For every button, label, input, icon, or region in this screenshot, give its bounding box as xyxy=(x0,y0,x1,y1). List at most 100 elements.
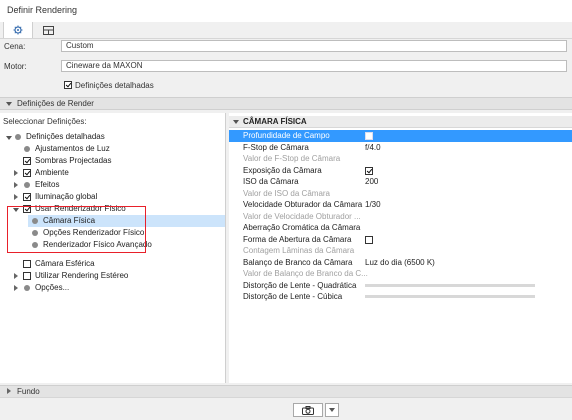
engine-value: Cineware da MAXON xyxy=(66,61,143,70)
engine-label: Motor: xyxy=(4,62,27,71)
tab-settings[interactable] xyxy=(3,22,33,38)
prop-row-shutter[interactable]: Velocidade Obturador da Câmara 1/30 xyxy=(229,199,572,211)
tree-item-light[interactable]: Ajustamentos de Luz xyxy=(0,143,225,155)
prop-row-white-balance-value: Valor de Balanço de Branco da C... xyxy=(229,268,572,280)
prop-label: Valor de Velocidade Obturador ... xyxy=(243,211,361,221)
tree-item-options[interactable]: Opções... xyxy=(0,282,225,294)
tree-item-gi[interactable]: Iluminação global xyxy=(0,191,225,203)
spherical-camera-checkbox[interactable] xyxy=(23,260,31,268)
scene-label: Cena: xyxy=(4,42,26,51)
tab-layout[interactable] xyxy=(34,22,62,38)
render-settings-header[interactable]: Definições de Render xyxy=(0,97,572,110)
expand-arrow-icon xyxy=(7,388,11,394)
aperture-shape-checkbox[interactable] xyxy=(365,235,373,244)
gi-checkbox[interactable] xyxy=(23,193,31,201)
stereo-checkbox[interactable] xyxy=(23,272,31,280)
exposure-checkbox[interactable] xyxy=(365,166,373,175)
prop-row-aperture-shape[interactable]: Forma de Abertura da Câmara xyxy=(229,234,572,246)
properties-panel: CÂMARA FÍSICA Profundidade de Campo F-St… xyxy=(229,113,572,383)
prop-value[interactable]: Luz do dia (6500 K) xyxy=(365,258,435,267)
chevron-down-icon xyxy=(329,408,335,412)
prop-row-blade-count: Contagem Lâminas da Câmara xyxy=(229,245,572,257)
prop-row-iso[interactable]: ISO da Câmara 200 xyxy=(229,176,572,188)
distortion-quadratic-slider[interactable] xyxy=(365,283,535,287)
dot-icon xyxy=(24,182,30,188)
prop-row-shutter-value: Valor de Velocidade Obturador ... xyxy=(229,211,572,223)
detailed-settings-checkbox[interactable] xyxy=(64,81,72,89)
tree-item-stereo[interactable]: Utilizar Rendering Estéreo xyxy=(0,270,225,282)
expand-arrow-icon xyxy=(14,182,18,188)
prop-row-iso-value: Valor de ISO da Câmara xyxy=(229,188,572,200)
prop-value[interactable]: 200 xyxy=(365,177,378,186)
dot-icon xyxy=(24,285,30,291)
properties-title: CÂMARA FÍSICA xyxy=(243,117,307,126)
prop-row-distortion-quadratic[interactable]: Distorção de Lente - Quadrática xyxy=(229,280,572,292)
expand-arrow-icon xyxy=(6,136,12,140)
scene-value: Custom xyxy=(66,41,94,50)
prop-label: Balanço de Branco da Câmara xyxy=(243,257,353,267)
render-options-dropdown[interactable] xyxy=(325,403,339,417)
tree-item-label: Ajustamentos de Luz xyxy=(35,144,110,153)
select-settings-label: Seleccionar Definições: xyxy=(3,117,87,126)
depth-of-field-checkbox[interactable] xyxy=(365,132,373,140)
tree-item-label: Iluminação global xyxy=(35,192,98,201)
prop-label: Forma de Abertura da Câmara xyxy=(243,234,352,244)
dot-icon xyxy=(15,134,21,140)
collapse-arrow-icon xyxy=(6,102,12,106)
properties-header[interactable]: CÂMARA FÍSICA xyxy=(229,116,572,128)
footer-bar xyxy=(0,397,572,420)
prop-label: F-Stop de Câmara xyxy=(243,142,309,152)
distortion-cubic-slider[interactable] xyxy=(365,295,535,298)
tree-item-spherical-camera[interactable]: Câmara Esférica xyxy=(0,258,225,270)
prop-row-distortion-cubic[interactable]: Distorção de Lente - Cúbica xyxy=(229,291,572,303)
prop-value[interactable]: 1/30 xyxy=(365,200,381,209)
tree-item-ambient[interactable]: Ambiente xyxy=(0,167,225,179)
camera-icon xyxy=(302,405,314,415)
expand-arrow-icon xyxy=(14,273,18,279)
tree-item-label: Definições detalhadas xyxy=(26,132,105,141)
prop-label: Valor de F-Stop de Câmara xyxy=(243,154,341,163)
render-button[interactable] xyxy=(293,403,323,417)
prop-label: ISO da Câmara xyxy=(243,177,299,186)
window-title: Definir Rendering xyxy=(7,5,78,15)
tree-item-detailed[interactable]: Definições detalhadas xyxy=(0,131,225,143)
prop-row-white-balance[interactable]: Balanço de Branco da Câmara Luz do dia (… xyxy=(229,257,572,269)
dot-icon xyxy=(24,146,30,152)
expand-arrow-icon xyxy=(14,285,18,291)
expand-arrow-icon xyxy=(14,194,18,200)
background-title: Fundo xyxy=(17,387,40,396)
tree-item-label: Câmara Esférica xyxy=(35,259,95,268)
tab-strip xyxy=(0,22,572,39)
prop-label: Profundidade de Campo xyxy=(243,131,330,140)
prop-row-chromatic[interactable]: Aberração Cromática da Câmara xyxy=(229,222,572,234)
prop-label: Valor de Balanço de Branco da C... xyxy=(243,269,368,278)
layout-icon xyxy=(42,25,54,35)
expand-arrow-icon xyxy=(14,170,18,176)
prop-label: Valor de ISO da Câmara xyxy=(243,188,331,198)
annotation-box xyxy=(7,206,146,253)
prop-row-fstop-value: Valor de F-Stop de Câmara xyxy=(229,153,572,165)
prop-row-fstop[interactable]: F-Stop de Câmara f/4.0 xyxy=(229,142,572,154)
tree-item-label: Ambiente xyxy=(35,168,69,177)
detailed-settings-label: Definições detalhadas xyxy=(75,81,154,90)
scene-select[interactable]: Custom xyxy=(61,40,567,52)
prop-label: Contagem Lâminas da Câmara xyxy=(243,246,355,255)
prop-label: Exposição da Câmara xyxy=(243,165,322,175)
ambient-checkbox[interactable] xyxy=(23,169,31,177)
prop-label: Distorção de Lente - Quadrática xyxy=(243,280,357,290)
tree-item-label: Sombras Projectadas xyxy=(35,156,112,165)
render-settings-title: Definições de Render xyxy=(17,99,94,108)
tree-item-label: Efeitos xyxy=(35,180,60,189)
tree-item-shadows[interactable]: Sombras Projectadas xyxy=(0,155,225,167)
prop-row-depth-of-field[interactable]: Profundidade de Campo xyxy=(229,130,572,142)
prop-value[interactable]: f/4.0 xyxy=(365,143,381,152)
title-bar: Definir Rendering xyxy=(0,0,572,22)
settings-tree-panel: Seleccionar Definições: Definições detal… xyxy=(0,113,226,383)
tree-item-effects[interactable]: Efeitos xyxy=(0,179,225,191)
gear-icon xyxy=(13,25,23,35)
engine-select[interactable]: Cineware da MAXON xyxy=(61,60,567,72)
prop-label: Distorção de Lente - Cúbica xyxy=(243,292,343,301)
prop-row-exposure[interactable]: Exposição da Câmara xyxy=(229,165,572,177)
shadows-checkbox[interactable] xyxy=(23,157,31,165)
tree-item-label: Opções... xyxy=(35,283,70,292)
